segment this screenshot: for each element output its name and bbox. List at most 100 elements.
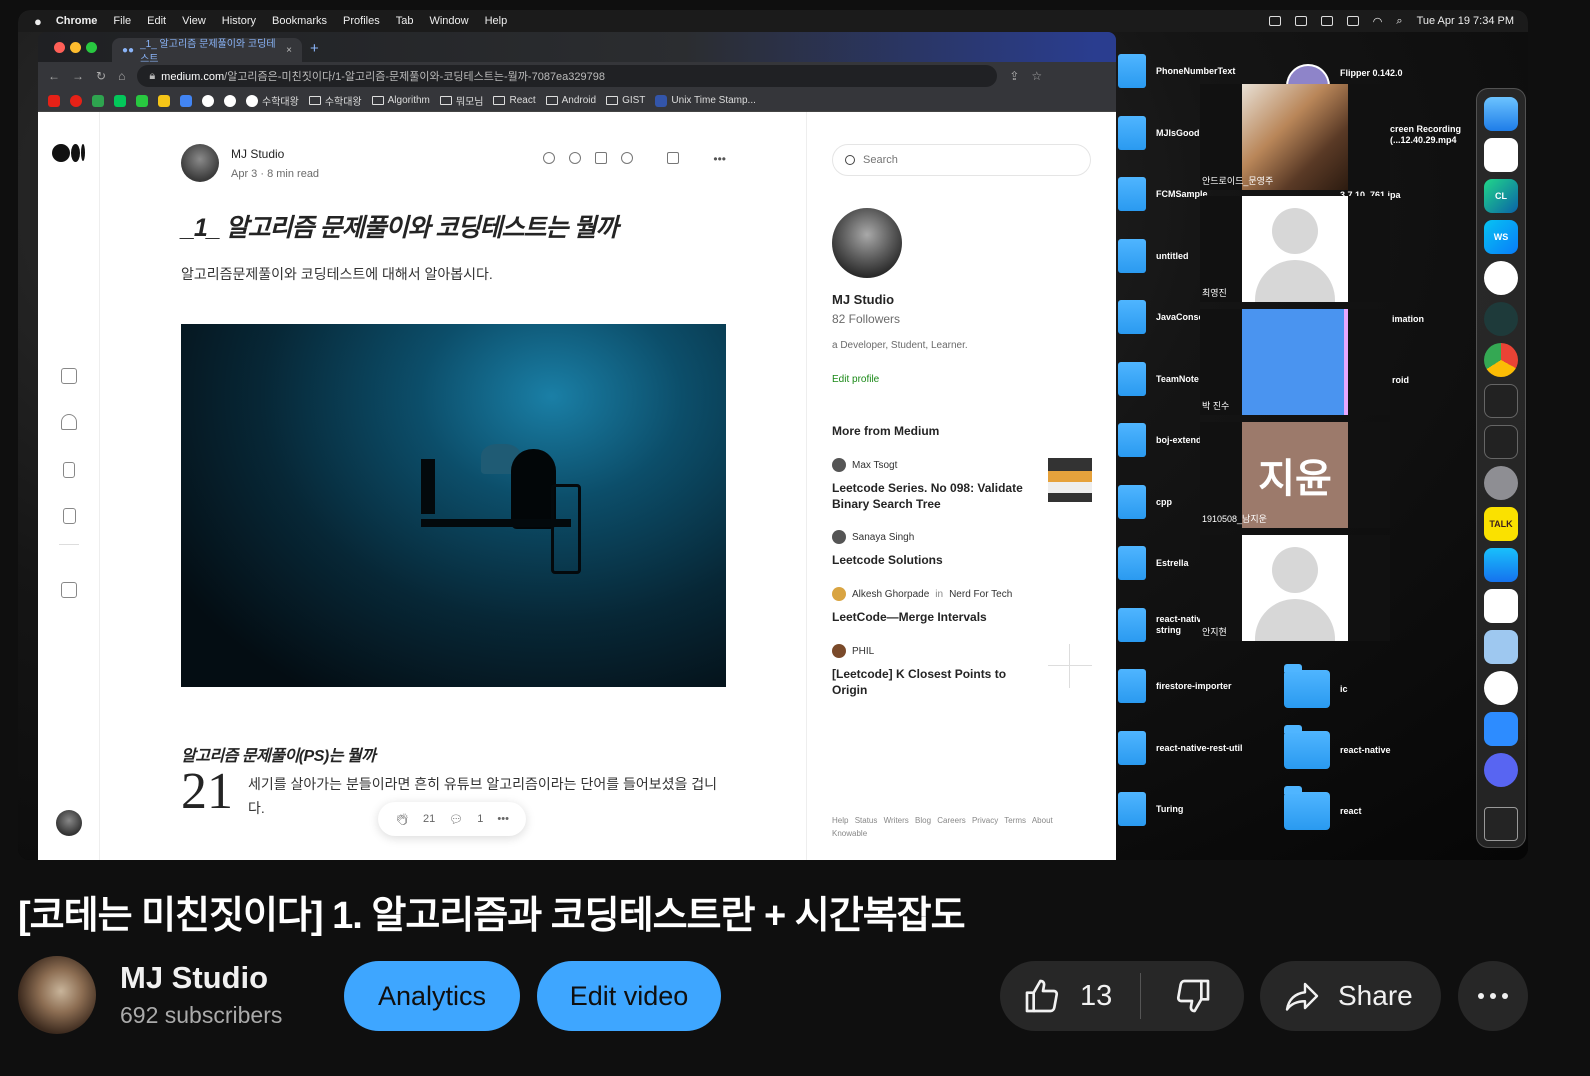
participant-tile: 박 진수: [1200, 309, 1390, 415]
read-time: 8 min read: [267, 168, 320, 180]
app-favicon-icon: [655, 94, 668, 107]
participant-tile: 안지현: [1200, 535, 1390, 641]
bookmark-item: 수학대왕: [246, 93, 299, 108]
github-favicon-icon: [246, 94, 258, 107]
dislike-button[interactable]: [1141, 961, 1244, 1031]
folder-icon: [545, 96, 558, 105]
folder-icon: [439, 96, 452, 105]
desktop-item-label: MJIsGood: [1156, 128, 1200, 138]
spotlight-icon: ⌕: [1396, 14, 1403, 27]
author-avatar: [181, 144, 219, 182]
close-window-icon: [54, 42, 65, 53]
more-actions-button[interactable]: [1458, 961, 1528, 1031]
folder-icon: [1118, 362, 1146, 396]
clap-bar: 👏︎ 21 💬︎ 1 •••: [378, 802, 526, 836]
forward-icon: →: [72, 69, 84, 83]
trash-icon: [1484, 807, 1518, 841]
rec-author-row: Sanaya Singh: [832, 530, 1092, 544]
desktop-item-label: imation: [1392, 314, 1425, 324]
image-shape: [511, 449, 556, 529]
desktop-item: untitled: [1118, 239, 1189, 273]
desktop-item-label: react-native: [1340, 745, 1391, 755]
desktop-item: Estrella: [1118, 546, 1189, 580]
response-count: 1: [477, 813, 484, 825]
image-shape: [421, 459, 435, 514]
participant-tile: 안드로이드_문영주: [1200, 84, 1390, 190]
edit-video-button[interactable]: Edit video: [537, 961, 721, 1031]
menubar-datetime: Tue Apr 19 7:34 PM: [1416, 15, 1514, 27]
folder-icon: [1118, 485, 1146, 519]
kakaotalk-icon: TALK: [1484, 507, 1518, 541]
bookmark-item: Android: [545, 95, 596, 106]
rec-title: LeetCode—Merge Intervals: [832, 610, 987, 624]
chrome-icon: [1484, 343, 1518, 377]
participant-name: 안드로이드_문영주: [1202, 176, 1274, 186]
recommendation-item: Sanaya Singh Leetcode Solutions: [832, 530, 1092, 568]
channel-name[interactable]: MJ Studio: [120, 960, 268, 996]
bookmarks-bar: 수학대왕 수학대왕 Algorithm 뭐모님 React Android GI…: [38, 90, 1116, 112]
desktop-item: react-native: [1284, 725, 1391, 769]
bookmark-item: 수학대왕: [308, 93, 362, 108]
menu-help: Help: [484, 15, 508, 27]
clion-icon: CL: [1484, 179, 1518, 213]
rec-author: Max Tsogt: [852, 459, 898, 471]
bookmark-label: 수학대왕: [324, 97, 362, 108]
macos-dock: CL WS TALK: [1476, 88, 1526, 848]
menu-app: Chrome: [55, 15, 98, 27]
participant-name: 1910508_남지운: [1202, 514, 1267, 524]
bookmark-item: GIST: [606, 95, 645, 106]
desktop-item-label: JavaConsol: [1156, 312, 1207, 322]
bookmark-star-icon: ☆: [1031, 69, 1043, 83]
share-page-icon: ⇪: [1009, 69, 1020, 83]
like-button[interactable]: 13: [1000, 961, 1140, 1031]
bookmark-label: 수학대왕: [262, 97, 299, 108]
search-icon: [845, 155, 855, 165]
desktop-item-label: Flipper 0.142.0: [1340, 68, 1403, 78]
share-button[interactable]: Share: [1260, 961, 1441, 1031]
thumbs-up-icon: [1025, 979, 1059, 1013]
edit-profile-link: Edit profile: [832, 374, 880, 385]
bookmark-label: Unix Time Stamp...: [671, 95, 756, 106]
footer-link: Careers: [937, 816, 966, 825]
analytics-button[interactable]: Analytics: [344, 961, 520, 1031]
profile-photo: [832, 208, 902, 278]
chrome-window: ●● _1_ 알고리즘 문제풀이와 코딩테스트 × + ← → ↻ ⌂ 🔒︎ m…: [38, 32, 1116, 860]
macos-menubar: ● Chrome File Edit View History Bookmark…: [18, 10, 1528, 32]
video-player[interactable]: ● Chrome File Edit View History Bookmark…: [18, 10, 1528, 860]
footer-links: Help Status Writers Blog Careers Privacy…: [832, 814, 1082, 840]
folder-icon: [1118, 116, 1146, 150]
home-icon: ⌂: [118, 69, 126, 83]
folder-icon: [1118, 54, 1146, 88]
battery-icon: [1346, 16, 1359, 26]
desktop-item: TeamNote: [1118, 362, 1199, 396]
article-subtitle: 알고리즘문제풀이와 코딩테스트에 대해서 알아봅시다.: [181, 266, 493, 282]
bookmark-label: GIST: [622, 95, 646, 106]
safari-icon: [1484, 671, 1518, 705]
linkedin-icon: [595, 152, 608, 164]
desktop-item-label: Estrella: [1156, 558, 1189, 568]
naver-favicon-icon: [114, 94, 126, 107]
preview-icon: [1484, 630, 1518, 664]
channel-avatar[interactable]: [18, 956, 96, 1034]
folder-icon: [1118, 669, 1146, 703]
desktop-item-label: cpp: [1156, 497, 1173, 507]
menu-view: View: [182, 15, 206, 27]
omnibox: 🔒︎ medium.com/알고리즘은-미친짓이다/1-알고리즘-문제풀이와-코…: [137, 65, 998, 87]
video-title: [코테는 미친짓이다] 1. 알고리즘과 코딩테스트란 + 시간복잡도: [18, 895, 966, 937]
recommendation-item: PHIL [Leetcode] K Closest Points to Orig…: [832, 644, 1092, 698]
logo-dot: [71, 144, 80, 162]
thumbs-down-icon: [1176, 979, 1209, 1013]
more-from-medium-heading: More from Medium: [832, 424, 940, 438]
bookmark-label: React: [509, 95, 536, 106]
bookmark-item: 뭐모님: [439, 93, 483, 108]
rec-title: Leetcode Solutions: [832, 553, 943, 567]
tab-strip: ●● _1_ 알고리즘 문제풀이와 코딩테스트 × +: [38, 32, 1116, 65]
desktop-item: PhoneNumberText: [1118, 54, 1235, 88]
footer-link: About: [1031, 816, 1053, 825]
article-date: Apr 3: [231, 168, 258, 180]
system-preferences-icon: [1484, 466, 1518, 500]
folder-icon: [1284, 725, 1330, 769]
youtube-music-favicon-icon: [70, 94, 82, 107]
profile-name: MJ Studio: [832, 292, 895, 307]
more-icon: •••: [713, 152, 726, 166]
